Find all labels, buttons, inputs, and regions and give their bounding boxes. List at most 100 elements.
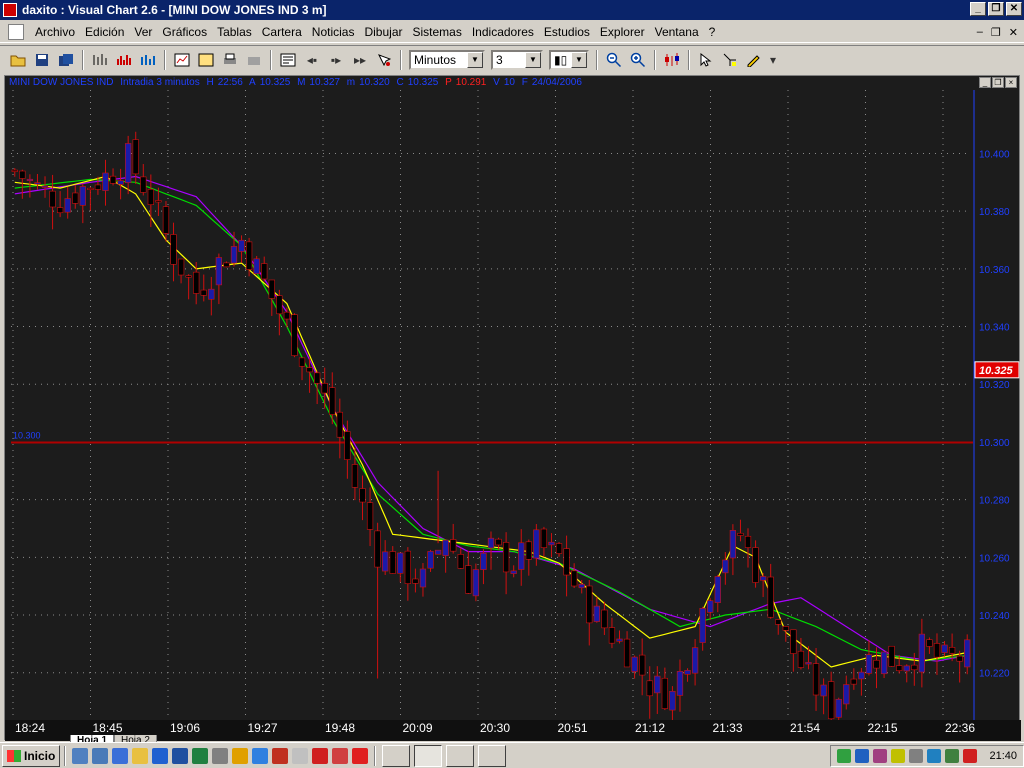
multi-chart-icon[interactable] — [138, 50, 158, 70]
menu-ventana[interactable]: Ventana — [650, 25, 704, 39]
word-icon[interactable] — [172, 747, 188, 764]
candle-up — [487, 537, 495, 549]
app-icon-pin[interactable] — [352, 747, 368, 764]
mdi-close-button[interactable]: ✕ — [1009, 26, 1018, 39]
menu-noticias[interactable]: Noticias — [307, 25, 360, 39]
cursor-link-icon[interactable] — [374, 50, 394, 70]
tray-icon-4[interactable] — [891, 748, 906, 763]
chevron-down-icon[interactable]: ▾ — [768, 50, 778, 70]
template-icon[interactable] — [196, 50, 216, 70]
task-button-4[interactable] — [478, 744, 506, 767]
candle-down — [268, 279, 275, 299]
candle-down — [457, 554, 464, 569]
menu-ver[interactable]: Ver — [129, 25, 157, 39]
scroll-end-icon[interactable]: ▸▸ — [350, 50, 370, 70]
app-icon-red[interactable] — [272, 747, 288, 764]
mdi-restore-button[interactable]: ❐ — [991, 26, 1001, 39]
app-icon-grey[interactable] — [292, 747, 308, 764]
task-button-visual-chart[interactable] — [414, 744, 442, 767]
chart-style-select[interactable]: ▮▯ ▼ — [549, 49, 589, 70]
restore-button[interactable]: ❐ — [988, 2, 1004, 16]
network-icon[interactable] — [112, 747, 128, 764]
explorer-icon[interactable] — [92, 747, 108, 764]
chart-minimize-button[interactable]: _ — [979, 77, 991, 88]
interval-value-select[interactable]: 3 ▼ — [491, 49, 543, 70]
ie-icon[interactable] — [152, 747, 168, 764]
chevron-down-icon[interactable]: ▼ — [525, 51, 541, 68]
menu-edicion[interactable]: Edición — [80, 25, 129, 39]
tray-icon-7[interactable] — [945, 748, 960, 763]
menu-indicadores[interactable]: Indicadores — [467, 25, 539, 39]
desktop-icon[interactable] — [72, 747, 88, 764]
new-chart-icon[interactable] — [172, 50, 192, 70]
x-tick-label: 18:24 — [15, 721, 45, 735]
menu-archivo[interactable]: Archivo — [30, 25, 80, 39]
chevron-down-icon[interactable]: ▼ — [467, 51, 483, 68]
print-icon[interactable] — [220, 50, 240, 70]
start-button[interactable]: Inicio — [2, 744, 60, 767]
menu-cartera[interactable]: Cartera — [257, 25, 307, 39]
task-button-1[interactable] — [382, 744, 410, 767]
candle-down — [193, 271, 200, 294]
a-value: 10.325 — [259, 77, 291, 88]
open-folder-icon[interactable] — [8, 50, 28, 70]
menu-help[interactable]: ? — [704, 25, 721, 39]
chart-restore-button[interactable]: ❐ — [992, 77, 1004, 88]
excel-icon[interactable] — [192, 747, 208, 764]
pointer-tool-icon[interactable] — [696, 50, 716, 70]
properties-icon[interactable] — [278, 50, 298, 70]
menu-dibujar[interactable]: Dibujar — [359, 25, 407, 39]
draw-pencil-icon[interactable] — [744, 50, 764, 70]
network-icon[interactable] — [244, 50, 264, 70]
save-all-icon[interactable] — [56, 50, 76, 70]
candle-down — [291, 314, 298, 356]
app-icon-alert[interactable] — [312, 747, 328, 764]
chart-close-button[interactable]: × — [1005, 77, 1017, 88]
scroll-right-icon[interactable]: ▪▸ — [326, 50, 346, 70]
candle-down — [109, 175, 117, 184]
zoom-in-icon[interactable] — [628, 50, 648, 70]
candles-icon[interactable] — [662, 50, 682, 70]
messenger-icon[interactable] — [252, 747, 268, 764]
price-chart[interactable]: 10.300 10.400 10.380 10.360 10.340 10.320 10.… — [5, 76, 1021, 741]
minimize-button[interactable]: _ — [970, 2, 986, 16]
indicator-chart-icon[interactable] — [114, 50, 134, 70]
zoom-out-icon[interactable] — [604, 50, 624, 70]
chart-mode: Intradia 3 minutos — [120, 77, 200, 88]
task-button-3[interactable] — [446, 744, 474, 767]
chevron-down-icon[interactable]: ▼ — [571, 51, 587, 68]
calculator-icon[interactable] — [212, 747, 228, 764]
interval-unit-select[interactable]: Minutos ▼ — [409, 49, 485, 70]
candle-up — [707, 600, 714, 613]
menu-sistemas[interactable]: Sistemas — [407, 25, 466, 39]
candle-up — [208, 288, 215, 300]
tray-icon-network[interactable] — [837, 748, 852, 763]
bar-chart-icon[interactable] — [90, 50, 110, 70]
candle-up — [238, 239, 245, 252]
save-icon[interactable] — [32, 50, 52, 70]
menu-tablas[interactable]: Tablas — [212, 25, 257, 39]
menu-estudios[interactable]: Estudios — [539, 25, 595, 39]
folder-icon[interactable] — [132, 747, 148, 764]
acrobat-icon[interactable] — [232, 747, 248, 764]
scroll-left-icon[interactable]: ◂▪ — [302, 50, 322, 70]
tray-icon-3[interactable] — [873, 748, 888, 763]
candle-down — [888, 645, 895, 667]
tray-icon-5[interactable] — [909, 748, 924, 763]
menu-explorer[interactable]: Explorer — [595, 25, 650, 39]
menu-graficos[interactable]: Gráficos — [157, 25, 212, 39]
v-value: 10 — [503, 77, 515, 88]
mdi-minimize-button[interactable]: – — [977, 26, 983, 39]
close-button[interactable]: ✕ — [1006, 2, 1022, 16]
chart-window[interactable]: 10.300 10.400 10.380 10.360 10.340 10.320 10.… — [4, 75, 1021, 741]
tray-icon-8[interactable] — [963, 748, 978, 763]
p-value: 10.291 — [455, 77, 487, 88]
candle-up — [858, 671, 865, 680]
mdi-chart-icon[interactable] — [8, 23, 24, 40]
app-icon-tools[interactable] — [332, 747, 348, 764]
tray-icon-2[interactable] — [855, 748, 870, 763]
crosshair-tool-icon[interactable] — [720, 50, 740, 70]
tray-icon-6[interactable] — [927, 748, 942, 763]
min-label: m — [346, 77, 356, 88]
candle-down — [374, 530, 381, 568]
